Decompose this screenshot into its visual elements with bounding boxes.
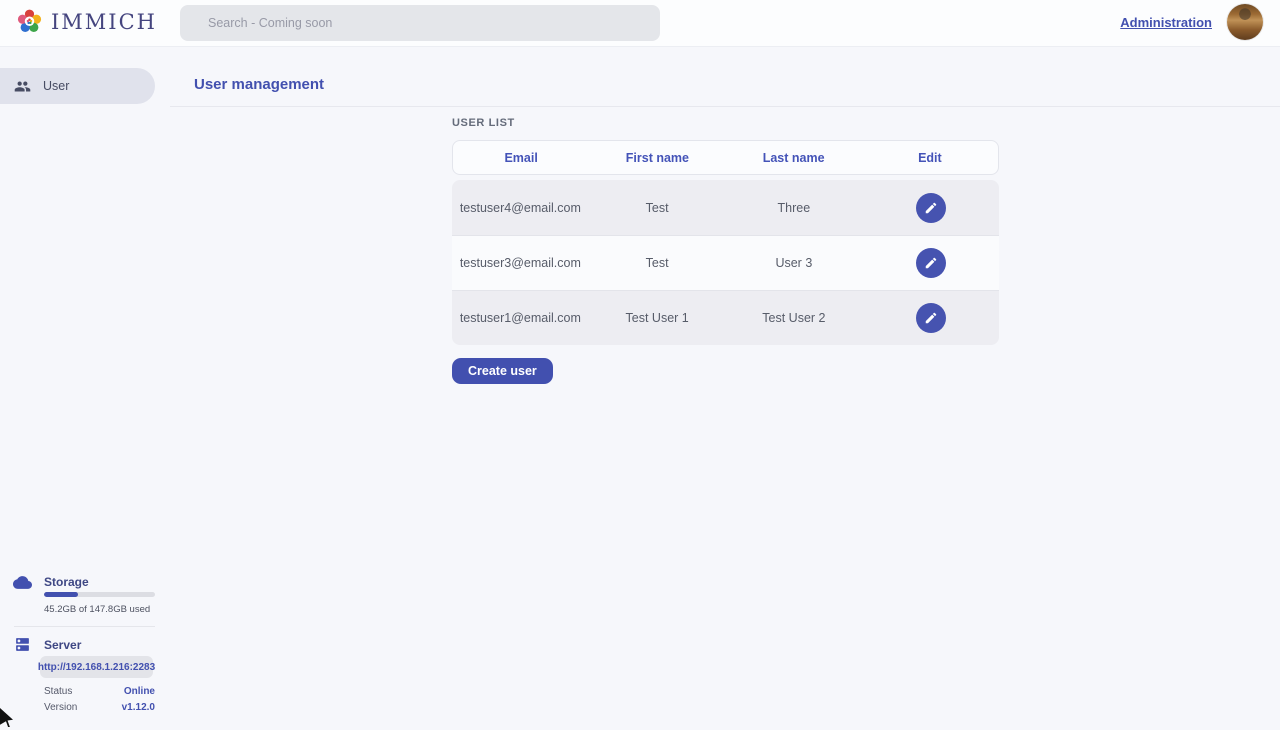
search-input[interactable] <box>180 5 660 41</box>
cell-email: testuser3@email.com <box>452 256 589 270</box>
status-value: Online <box>124 686 155 697</box>
server-title: Server <box>44 638 81 652</box>
cell-last-name: Test User 2 <box>726 311 863 325</box>
server-url-badge: http://192.168.1.216:2283 <box>40 656 153 678</box>
table-row: testuser1@email.com Test User 1 Test Use… <box>452 290 999 345</box>
cell-first-name: Test User 1 <box>589 311 726 325</box>
storage-title: Storage <box>44 575 89 589</box>
user-table: testuser4@email.com Test Three testuser3… <box>452 180 999 345</box>
immich-flower-icon <box>16 8 43 35</box>
cell-last-name: User 3 <box>726 256 863 270</box>
cell-email: testuser4@email.com <box>452 201 589 215</box>
version-label: Version <box>44 702 77 713</box>
cell-first-name: Test <box>589 201 726 215</box>
column-header-email: Email <box>453 151 589 165</box>
server-version-row: Version v1.12.0 <box>44 701 155 713</box>
pencil-icon <box>924 311 938 325</box>
pencil-icon <box>924 256 938 270</box>
cell-email: testuser1@email.com <box>452 311 589 325</box>
app-logo[interactable]: IMMICH <box>16 8 157 35</box>
panel-divider <box>14 626 155 627</box>
app-title: IMMICH <box>51 10 157 34</box>
cell-first-name: Test <box>589 256 726 270</box>
edit-user-button[interactable] <box>916 248 946 278</box>
server-status-row: Status Online <box>44 685 155 697</box>
administration-link[interactable]: Administration <box>1120 15 1212 30</box>
cell-last-name: Three <box>726 201 863 215</box>
pencil-icon <box>924 201 938 215</box>
top-header-bar: IMMICH Administration <box>0 0 1280 47</box>
user-avatar[interactable] <box>1227 4 1263 40</box>
create-user-button[interactable]: Create user <box>452 358 553 384</box>
edit-user-button[interactable] <box>916 193 946 223</box>
sidebar-item-user-label: User <box>43 79 69 93</box>
storage-usage-text: 45.2GB of 147.8GB used <box>44 604 150 615</box>
page-title: User management <box>194 76 324 93</box>
user-group-icon <box>14 78 31 95</box>
cloud-icon <box>13 573 32 597</box>
mouse-cursor <box>0 708 13 727</box>
storage-progress-bar <box>44 592 155 597</box>
table-row: testuser4@email.com Test Three <box>452 180 999 235</box>
version-value: v1.12.0 <box>122 702 155 713</box>
storage-progress-fill <box>44 592 78 597</box>
table-row: testuser3@email.com Test User 3 <box>452 235 999 290</box>
user-list-label: USER LIST <box>452 117 515 129</box>
server-dns-icon <box>14 636 31 658</box>
user-table-header: Email First name Last name Edit <box>452 140 999 175</box>
column-header-edit: Edit <box>862 151 998 165</box>
title-divider <box>170 106 1280 107</box>
column-header-first-name: First name <box>589 151 725 165</box>
column-header-last-name: Last name <box>726 151 862 165</box>
sidebar-item-user[interactable]: User <box>0 68 155 104</box>
edit-user-button[interactable] <box>916 303 946 333</box>
status-label: Status <box>44 686 72 697</box>
